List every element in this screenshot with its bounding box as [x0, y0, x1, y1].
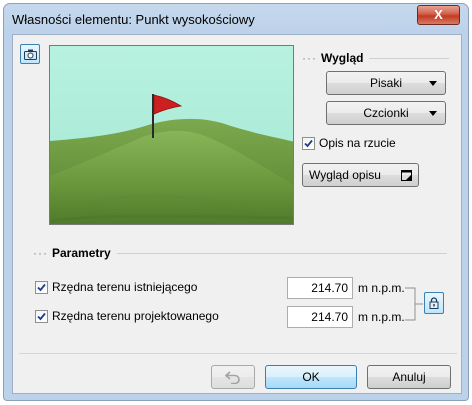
chevron-down-icon [429, 81, 437, 86]
cancel-button[interactable]: Anuluj [367, 365, 451, 389]
ok-label: OK [302, 370, 320, 384]
fonts-label: Czcionki [363, 106, 409, 120]
checkmark-icon [37, 283, 46, 291]
terrain-preview [50, 46, 293, 224]
close-button[interactable]: X [417, 5, 460, 25]
camera-icon [23, 49, 37, 60]
appearance-heading: ··· Wygląd [302, 51, 450, 65]
show-on-plan-checkbox[interactable] [302, 136, 315, 150]
title-bar[interactable]: Własności elementu: Punkt wysokościowy X [4, 4, 468, 34]
label-style-label: Wygląd opisu [309, 168, 381, 182]
ok-button[interactable]: OK [265, 365, 357, 389]
show-on-plan-option[interactable]: Opis na rzucie [302, 136, 396, 150]
existing-terrain-checkbox[interactable] [35, 280, 48, 294]
chevron-down-icon [429, 111, 437, 116]
label-style-button[interactable]: Wygląd opisu [302, 163, 419, 187]
camera-button[interactable] [20, 44, 40, 64]
popup-window-icon [401, 170, 412, 181]
designed-terrain-label: Rzędna terenu projektowanego [52, 309, 219, 323]
designed-terrain-elevation-input[interactable]: 214.70 [287, 306, 353, 328]
lock-elevations-button[interactable] [424, 292, 444, 314]
dialog-window: Własności elementu: Punkt wysokościowy X [3, 3, 469, 401]
preview-image[interactable] [49, 45, 294, 225]
pens-label: Pisaki [369, 76, 402, 90]
link-bracket [405, 287, 423, 321]
checkmark-icon [37, 312, 46, 320]
footer-divider [19, 353, 457, 354]
cancel-label: Anuluj [392, 370, 426, 384]
show-on-plan-label: Opis na rzucie [319, 136, 396, 150]
existing-terrain-option[interactable]: Rzędna terenu istniejącego [35, 280, 197, 294]
existing-terrain-unit: m n.p.m. [358, 281, 405, 295]
designed-terrain-option[interactable]: Rzędna terenu projektowanego [35, 309, 219, 323]
close-icon: X [434, 7, 443, 22]
existing-terrain-label: Rzędna terenu istniejącego [52, 280, 198, 294]
fonts-dropdown[interactable]: Czcionki [326, 101, 446, 125]
undo-icon [225, 371, 240, 384]
dialog-body: ··· Wygląd Pisaki Czcionki Opis na rzuci… [12, 34, 462, 394]
existing-terrain-elevation-input[interactable]: 214.70 [287, 277, 353, 299]
designed-terrain-checkbox[interactable] [35, 309, 48, 323]
window-title: Własności elementu: Punkt wysokościowy [12, 12, 255, 27]
checkmark-icon [304, 139, 313, 147]
undo-button[interactable] [211, 365, 255, 389]
lock-icon [429, 297, 439, 309]
designed-terrain-unit: m n.p.m. [358, 310, 405, 324]
pens-dropdown[interactable]: Pisaki [326, 71, 446, 95]
parameters-heading: ··· Parametry [33, 246, 447, 260]
